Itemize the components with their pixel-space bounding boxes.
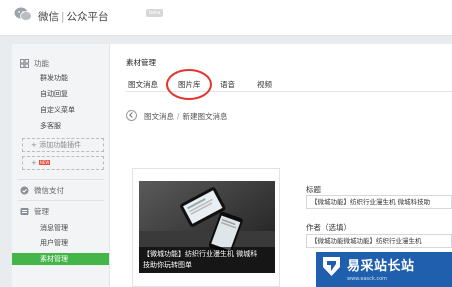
sidebar: 功能 群发功能 自动回复 自定义菜单 多客服 + 添加功能插件 + NEW 微信支… [12,44,110,287]
caption-line: 技助你玩转图单 [143,261,192,269]
add-plugin-new-button[interactable]: + NEW [22,156,104,170]
sidebar-group-wechat-pay[interactable]: 微信支付 [20,185,64,196]
cover-caption: 【微城功能】纺织行业漫生机 微城科 技助你玩转图单 [139,247,275,273]
brand-separator: | [61,11,65,23]
brand-wechat: 微信 [38,11,59,23]
add-plugin-new-label: + [31,159,37,167]
main-panel: 素材管理 图文消息 图片库 语音 视频 图文消息 / 新建图文消息 【微城功能】… [110,44,452,287]
page-title: 素材管理 [126,58,156,67]
site-logo-icon [323,257,340,276]
wechat-logo-icon [14,7,32,21]
beta-badge: beta [146,9,164,17]
function-icon [20,59,29,68]
new-badge: NEW [38,160,51,165]
sidebar-group-manage: 管理 [20,206,49,217]
title-label: 标题 [306,185,321,194]
author-input[interactable]: 【微城功能微城功能】纺织行业漫生机 [306,234,452,248]
add-plugin-button[interactable]: + 添加功能插件 [22,138,104,152]
breadcrumb-current: 新建图文消息 [182,112,228,121]
tab-voice[interactable]: 语音 [220,79,235,90]
site-url: www.easck.com [347,276,388,282]
sidebar-item-auto-reply[interactable]: 自动回复 [12,88,109,100]
author-label: 作者（选填） [306,223,351,232]
back-button[interactable] [126,110,137,121]
chevron-left-icon [129,112,135,118]
sidebar-group-label: 功能 [34,59,49,68]
sidebar-group-label: 管理 [34,207,49,216]
content-card: 功能 群发功能 自动回复 自定义菜单 多客服 + 添加功能插件 + NEW 微信支… [12,44,452,287]
tab-article[interactable]: 图文消息 [128,79,158,90]
tab-video[interactable]: 视频 [257,79,272,90]
cover-image[interactable]: 【微城功能】纺织行业漫生机 微城科 技助你玩转图单 [139,181,275,273]
brand-platform: 公众平台 [66,11,109,23]
breadcrumb-separator: / [177,112,180,121]
sidebar-group-label: 微信支付 [34,186,64,195]
highlight-circle [166,69,212,100]
sidebar-divider [18,200,104,201]
title-input[interactable]: 【微城功能】纺织行业漫生机 微城科技助 [306,195,452,209]
sidebar-item-customer-service[interactable]: 多客服 [12,120,109,132]
breadcrumb-parent[interactable]: 图文消息 [144,112,174,121]
wechat-pay-icon [20,186,29,195]
platform-brand[interactable]: 微信 | 公众平台 [38,9,109,24]
article-preview[interactable]: 【微城功能】纺织行业漫生机 微城科 技助你玩转图单 [132,168,280,287]
caption-line: 【微城功能】纺织行业漫生机 微城科 [143,250,258,258]
sidebar-item-mass-send[interactable]: 群发功能 [12,72,109,84]
site-watermark: 易采站长站 www.easck.com [316,252,452,287]
sidebar-divider [18,179,104,180]
sidebar-item-message-manage[interactable]: 消息管理 [12,222,109,234]
sidebar-group-function: 功能 [20,58,49,69]
site-name: 易采站长站 [347,259,415,274]
top-bar: 微信 | 公众平台 beta [0,0,452,36]
breadcrumb: 图文消息 / 新建图文消息 [144,111,228,122]
manage-icon [20,208,29,215]
sidebar-item-custom-menu[interactable]: 自定义菜单 [12,104,109,116]
sidebar-item-user-manage[interactable]: 用户管理 [12,237,109,249]
sidebar-item-material-manage[interactable]: 素材管理 [12,253,109,265]
